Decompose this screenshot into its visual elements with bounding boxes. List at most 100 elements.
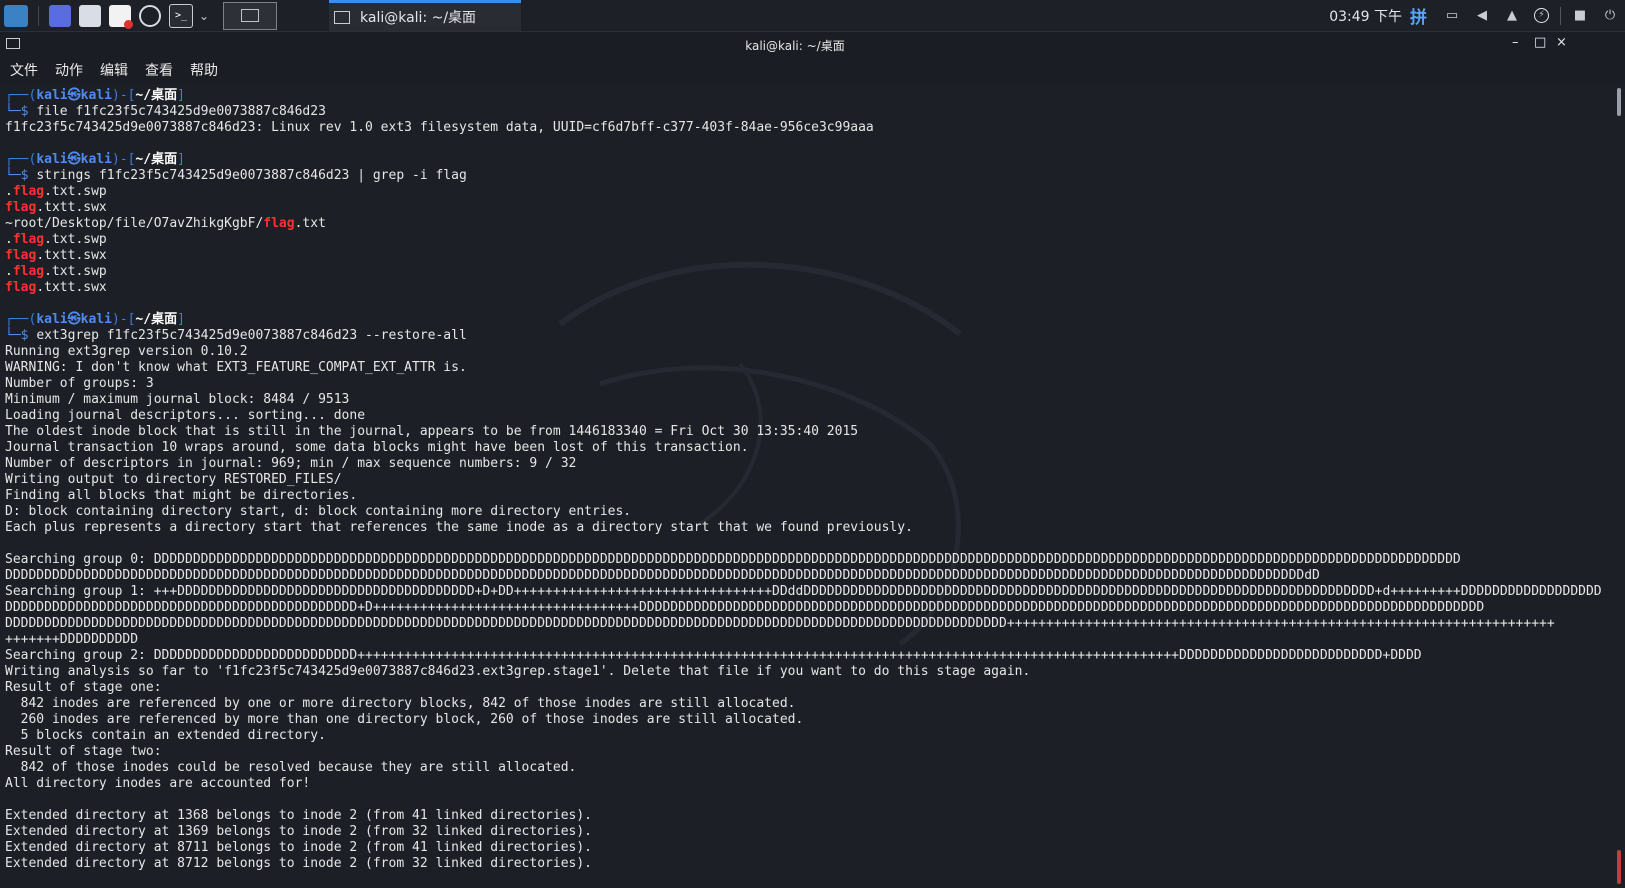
prompt-host: kali㉿kali: [36, 312, 112, 327]
output-line: WARNING: I don't know what EXT3_FEATURE_…: [5, 360, 467, 375]
grep-match-text: .txt.swp: [44, 184, 107, 199]
menu-help[interactable]: 帮助: [180, 58, 225, 82]
prompt-dollar: └─$: [5, 104, 37, 119]
prompt-line: ┌──(kali㉿kali)-[~/桌面]: [5, 88, 1602, 104]
output-line: 842 of those inodes could be resolved be…: [5, 760, 577, 775]
grep-match-text: .txtt.swx: [36, 248, 107, 263]
grep-match-line: .flag.txt.swp: [5, 184, 1602, 200]
output-line: Each plus represents a directory start t…: [5, 520, 913, 535]
grep-highlight: flag: [12, 264, 45, 279]
grep-match-line: ~root/Desktop/file/O7avZhikgKgbF/flag.tx…: [5, 216, 1602, 232]
grep-match-line: .flag.txt.swp: [5, 232, 1602, 248]
power-icon[interactable]: ⚡: [1534, 8, 1549, 23]
output-line: Journal transaction 10 wraps around, som…: [5, 440, 749, 455]
menu-file[interactable]: 文件: [0, 58, 45, 82]
scrollbar-thumb[interactable]: [1617, 88, 1621, 116]
menu-view[interactable]: 查看: [135, 58, 180, 82]
display-icon[interactable]: ▭: [1444, 8, 1460, 24]
command-line: └─$ ext3grep f1fc23f5c743425d9e0073887c8…: [5, 328, 1602, 344]
web-browser-icon[interactable]: [139, 4, 161, 27]
grep-match-text: .txt: [294, 216, 326, 231]
output-line: DDDDDDDDDDDDDDDDDDDDDDDDDDDDDDDDDDDDDDDD…: [5, 600, 1485, 615]
output-line: Extended directory at 1369 belongs to in…: [5, 824, 592, 839]
grep-match-line: .flag.txt.swp: [5, 264, 1602, 280]
kali-menu-icon[interactable]: [0, 0, 32, 31]
prompt-box-mid: )-[: [111, 88, 136, 103]
terminal-lines: ┌──(kali㉿kali)-[~/桌面] └─$ file f1fc23f5c7…: [5, 88, 1602, 872]
prompt-line: ┌──(kali㉿kali)-[~/桌面]: [5, 152, 1602, 168]
prompt-host: kali㉿kali: [36, 88, 112, 103]
grep-highlight: flag: [12, 232, 45, 247]
grep-highlight: flag: [12, 184, 45, 199]
show-desktop-icon[interactable]: [49, 4, 71, 27]
output-line: 5 blocks contain an extended directory.: [5, 728, 326, 743]
maximize-button[interactable]: □: [1534, 35, 1546, 50]
grep-highlight: flag: [5, 248, 37, 263]
text-editor-icon[interactable]: [109, 4, 133, 29]
output-line: DDDDDDDDDDDDDDDDDDDDDDDDDDDDDDDDDDDDDDDD…: [5, 616, 1555, 631]
prompt-box-left: ┌──(: [5, 152, 37, 167]
minimize-button[interactable]: –: [1512, 35, 1519, 50]
input-method-icon[interactable]: 拼: [1410, 3, 1427, 28]
logout-icon[interactable]: ⏻: [1602, 8, 1618, 24]
command-text: strings f1fc23f5c743425d9e0073887c846d23…: [36, 168, 467, 183]
prompt-directory: ~/桌面: [135, 152, 178, 167]
lock-icon[interactable]: ■: [1572, 8, 1588, 24]
output-line: DDDDDDDDDDDDDDDDDDDDDDDDDDDDDDDDDDDDDDDD…: [5, 568, 1320, 583]
output-line: +++++++DDDDDDDDDD: [5, 632, 139, 647]
chevron-down-icon[interactable]: ⌄: [199, 9, 209, 23]
prompt-box-right: ]: [177, 88, 185, 103]
window-titlebar[interactable]: kali@kali: ~/桌面 – □ ×: [0, 32, 1625, 56]
menu-edit[interactable]: 编辑: [90, 58, 135, 82]
prompt-dollar: └─$: [5, 168, 37, 183]
terminal-output[interactable]: ┌──(kali㉿kali)-[~/桌面] └─$ file f1fc23f5c7…: [0, 84, 1614, 888]
terminal-icon[interactable]: >_: [169, 3, 193, 28]
output-line: Searching group 0: DDDDDDDDDDDDDDDDDDDDD…: [5, 552, 1461, 567]
grep-match-line: flag.txtt.swx: [5, 248, 1602, 264]
grep-highlight: flag: [5, 200, 37, 215]
taskbar-button-label: kali@kali: ~/桌面: [360, 10, 477, 26]
output-line: 260 inodes are referenced by more than o…: [5, 712, 804, 727]
scrollbar-end-marker: [1617, 850, 1621, 884]
grep-match-line: flag.txtt.swx: [5, 200, 1602, 216]
grep-match-text: .: [5, 232, 13, 247]
menubar: 文件 动作 编辑 查看 帮助: [0, 58, 225, 82]
menu-action[interactable]: 动作: [45, 58, 90, 82]
grep-match-line: flag.txtt.swx: [5, 280, 1602, 296]
prompt-box-left: ┌──(: [5, 88, 37, 103]
output-line: The oldest inode block that is still in …: [5, 424, 859, 439]
command-text: ext3grep f1fc23f5c743425d9e0073887c846d2…: [36, 328, 467, 343]
output-line: All directory inodes are accounted for!: [5, 776, 311, 791]
clock[interactable]: 03:49 下午: [1329, 6, 1402, 26]
grep-match-text: .txt.swp: [44, 232, 107, 247]
file-manager-icon[interactable]: [79, 4, 101, 27]
close-button[interactable]: ×: [1556, 35, 1567, 50]
system-tray: 03:49 下午 拼 ▭ ◀ ▲ ⚡ ■ ⏻: [1329, 0, 1625, 31]
output-line: Result of stage two:: [5, 744, 162, 759]
prompt-host: kali㉿kali: [36, 152, 112, 167]
workspace-switcher[interactable]: [223, 1, 278, 30]
panel-separator: [38, 5, 39, 26]
output-line: f1fc23f5c743425d9e0073887c846d23: Linux …: [5, 120, 874, 135]
prompt-box-right: ]: [177, 312, 185, 327]
output-line: Writing output to directory RESTORED_FIL…: [5, 472, 342, 487]
grep-match-text: .: [5, 184, 13, 199]
prompt-dollar: └─$: [5, 328, 37, 343]
terminal-scrollbar[interactable]: [1614, 84, 1625, 888]
grep-match-text: ~root/Desktop/file/O7avZhikgKgbF/: [5, 216, 264, 231]
output-line: Writing analysis so far to 'f1fc23f5c743…: [5, 664, 1031, 679]
prompt-box-mid: )-[: [111, 152, 136, 167]
terminal-window-icon: [334, 10, 350, 24]
output-line: Loading journal descriptors... sorting..…: [5, 408, 366, 423]
prompt-box-right: ]: [177, 152, 185, 167]
output-line: Extended directory at 8712 belongs to in…: [5, 856, 592, 871]
output-line: Searching group 2: DDDDDDDDDDDDDDDDDDDDD…: [5, 648, 1422, 663]
volume-icon[interactable]: ◀: [1474, 8, 1490, 24]
window-title: kali@kali: ~/桌面: [745, 39, 845, 53]
grep-match-text: .txtt.swx: [36, 200, 107, 215]
prompt-line: ┌──(kali㉿kali)-[~/桌面]: [5, 312, 1602, 328]
notification-bell-icon[interactable]: ▲: [1504, 8, 1520, 24]
taskbar-button-terminal[interactable]: kali@kali: ~/桌面: [329, 0, 521, 31]
